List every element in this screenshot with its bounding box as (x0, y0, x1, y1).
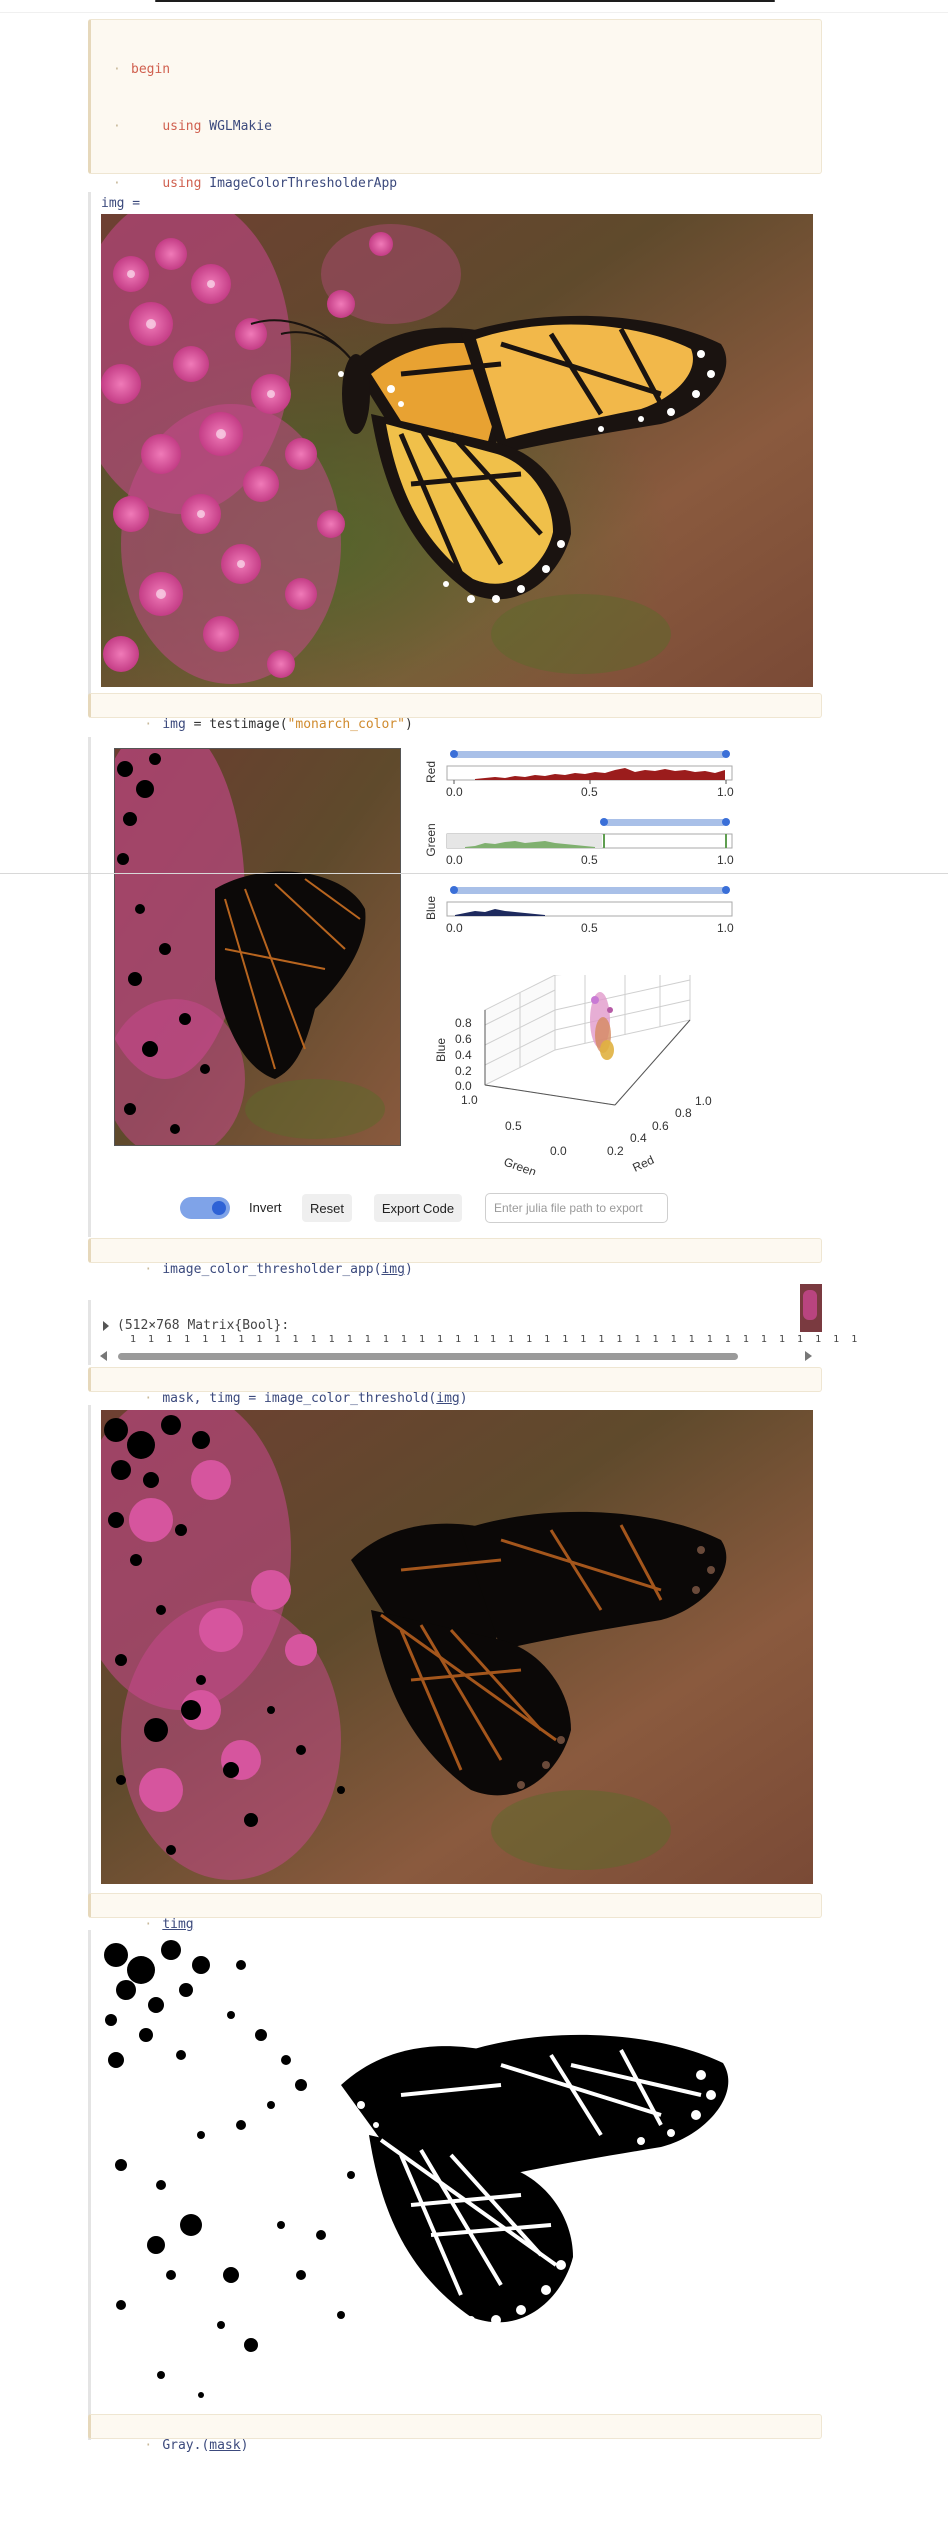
green-tick-05: 0.5 (581, 853, 598, 867)
x-tick-06: 0.6 (652, 1119, 669, 1133)
red-tick-1: 1.0 (717, 785, 734, 799)
rgb-3d-scatter-plot[interactable]: Blue 0.8 0.6 0.4 0.2 0.0 1.0 0.5 0.0 Gre… (425, 964, 725, 1179)
x-tick-04: 0.4 (630, 1131, 647, 1145)
gray-call: Gray.( (162, 2438, 210, 2453)
reset-button[interactable]: Reset (302, 1194, 352, 1222)
red-tick-05: 0.5 (581, 785, 598, 799)
export-code-button[interactable]: Export Code (374, 1194, 462, 1222)
monarch-image (101, 214, 813, 687)
histogram-blue-label: Blue (425, 896, 438, 920)
binary-mask-image (101, 1935, 813, 2409)
scatter-xlabel: Red (630, 1153, 656, 1175)
import-thresholder: ImageColorThresholderApp (209, 176, 398, 191)
horizontal-scrollbar[interactable] (100, 1350, 820, 1362)
red-tick-0: 0.0 (446, 785, 463, 799)
y-tick-10: 1.0 (461, 1093, 478, 1107)
mask-code-cell[interactable]: · mask, timg = image_color_threshold(img) (88, 1367, 822, 1406)
matrix-values-right: 1 1 1 1 1 1 1 1 1 1 1 1 1 1 1 1 1 1 1 1 … (490, 1334, 858, 1345)
histogram-red[interactable]: Red 0.0 0.5 1.0 (424, 748, 735, 800)
green-tick-0: 0.0 (446, 853, 463, 867)
img-var: img (162, 717, 186, 732)
z-tick-04: 0.4 (455, 1048, 472, 1062)
thresholded-preview-image (114, 748, 401, 1146)
app-arg-img[interactable]: img (381, 1262, 404, 1277)
mask-output-border (88, 1300, 91, 1365)
blue-tick-1: 1.0 (717, 921, 734, 935)
img-output-label: img = (101, 196, 141, 211)
gray-arg-mask[interactable]: mask (209, 2438, 240, 2453)
histogram-blue[interactable]: Blue 0.0 0.5 1.0 (424, 884, 735, 936)
invert-toggle[interactable] (180, 1197, 230, 1219)
matrix-summary: (512×768 Matrix{Bool}: (117, 1318, 290, 1333)
export-path-input[interactable]: Enter julia file path to export (485, 1193, 668, 1223)
blue-tick-0: 0.0 (446, 921, 463, 935)
gray-code-cell[interactable]: · Gray.(mask) (88, 2414, 822, 2453)
histogram-red-label: Red (425, 761, 438, 783)
tuple-thumbnail (800, 1284, 822, 1332)
z-tick-00: 0.0 (455, 1079, 472, 1093)
z-tick-06: 0.6 (455, 1032, 472, 1046)
expand-tuple-arrow[interactable] (103, 1321, 109, 1331)
x-tick-02: 0.2 (607, 1144, 624, 1158)
img-assign: = testimage( (185, 717, 288, 732)
invert-label: Invert (249, 1200, 282, 1215)
top-divider (0, 12, 948, 13)
app-call: image_color_thresholder_app( (162, 1262, 382, 1277)
mask-arg-img[interactable]: img (436, 1391, 459, 1406)
histogram-green[interactable]: Green 0.0 0.5 1.0 (424, 816, 735, 868)
import-wglmakie: WGLMakie (209, 119, 272, 134)
imports-code-cell[interactable]: · begin · using WGLMakie · using ImageCol… (88, 19, 822, 476)
scroll-right-arrow[interactable] (805, 1351, 812, 1361)
top-scroll-indicator (155, 0, 775, 2)
gray-output-border (88, 1930, 91, 2440)
img-code-cell[interactable]: · img = testimage("monarch_color") (88, 693, 822, 732)
img-output-border (88, 192, 91, 712)
blue-tick-05: 0.5 (581, 921, 598, 935)
y-tick-05: 0.5 (505, 1119, 522, 1133)
scatter-ylabel: Green (502, 1155, 538, 1175)
x-tick-10: 1.0 (695, 1094, 712, 1108)
green-tick-1: 1.0 (717, 853, 734, 867)
img-name-string: "monarch_color" (287, 717, 405, 732)
histogram-green-label: Green (425, 823, 438, 856)
x-tick-08: 0.8 (675, 1106, 692, 1120)
invert-toggle-knob (212, 1201, 226, 1215)
app-output-border (88, 737, 91, 1237)
scrollbar-thumb[interactable] (118, 1353, 738, 1360)
scroll-left-arrow[interactable] (100, 1351, 107, 1361)
y-tick-00: 0.0 (550, 1144, 567, 1158)
scatter-zlabel: Blue (434, 1038, 448, 1062)
timg-output-border (88, 1405, 91, 1915)
mask-call: mask, timg = image_color_threshold( (162, 1391, 437, 1406)
app-code-cell[interactable]: · image_color_thresholder_app(img) (88, 1238, 822, 1277)
z-tick-08: 0.8 (455, 1016, 472, 1030)
matrix-values-left: 1 1 1 1 1 1 1 1 1 1 1 1 1 1 1 1 1 1 1 1 (130, 1334, 480, 1345)
timg-code-cell[interactable]: · timg (88, 1893, 822, 1932)
cell-dot: · (113, 62, 121, 77)
z-tick-02: 0.2 (455, 1064, 472, 1078)
begin-keyword: begin (131, 62, 171, 77)
page-guide-line (0, 873, 948, 874)
timg-var[interactable]: timg (162, 1917, 193, 1932)
timg-thresholded-image (101, 1410, 813, 1884)
img-close-paren: ) (404, 717, 413, 732)
